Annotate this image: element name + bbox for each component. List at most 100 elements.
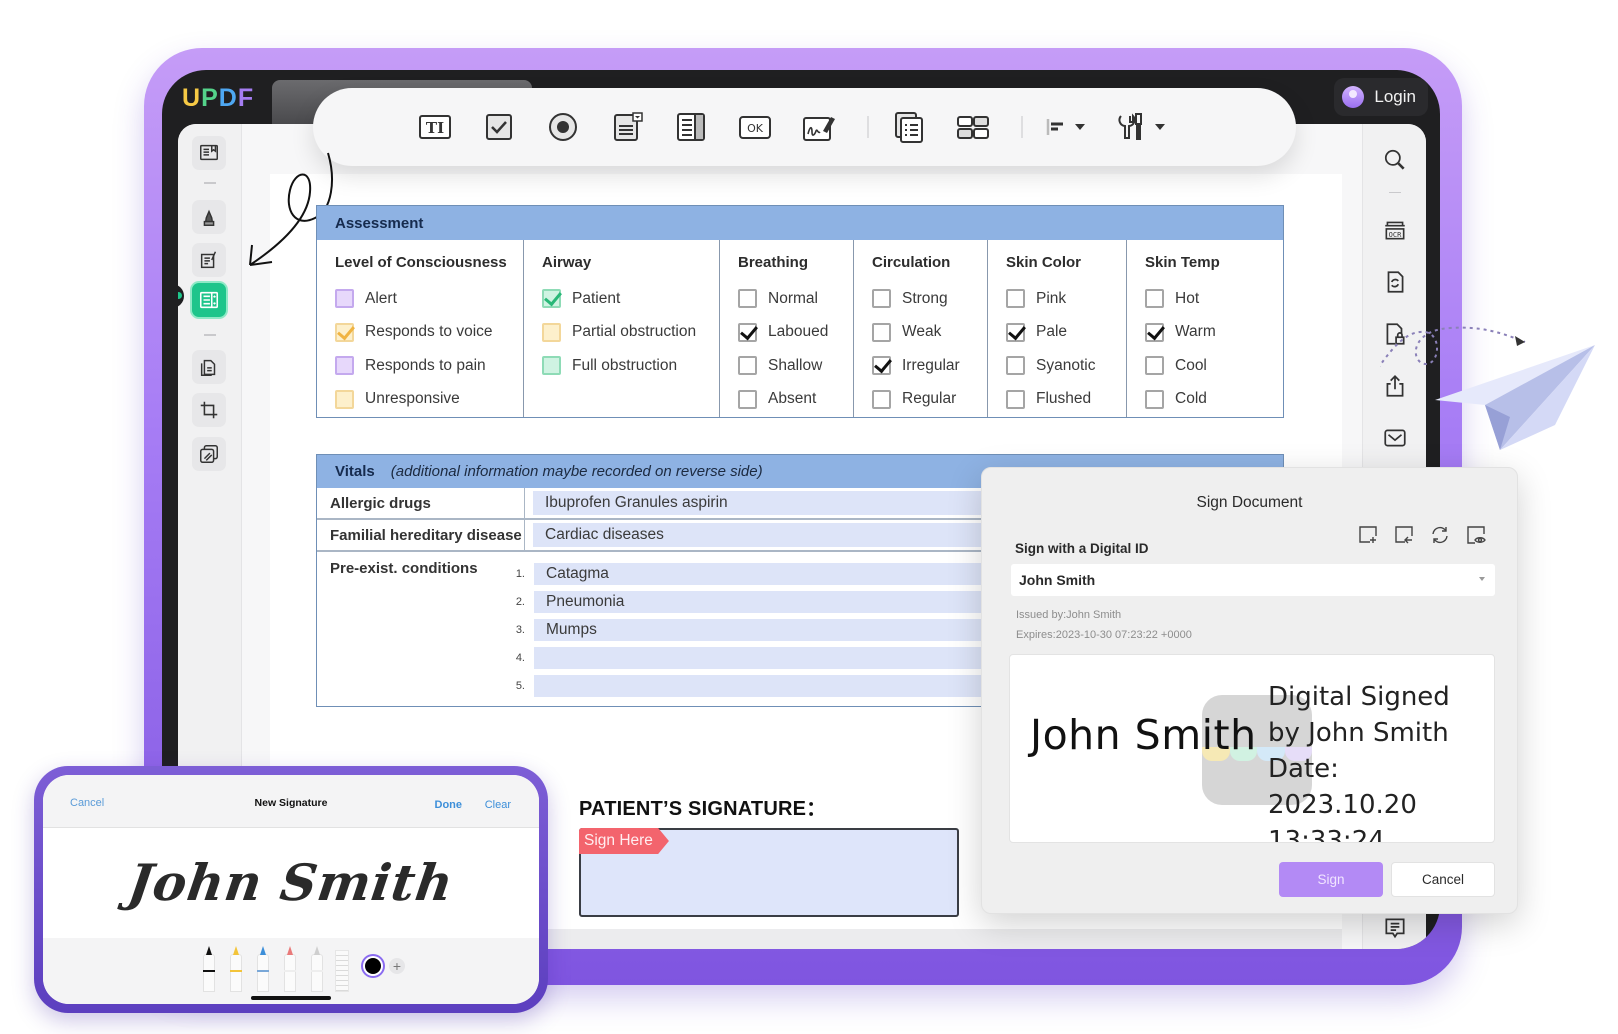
checkbox[interactable] bbox=[872, 289, 891, 309]
option-label: Full obstruction bbox=[572, 356, 678, 374]
checkbox-option[interactable]: Weak bbox=[872, 316, 987, 350]
checkbox-option[interactable]: Full obstruction bbox=[542, 349, 719, 383]
stamp-icon[interactable] bbox=[192, 437, 226, 471]
checkbox-option[interactable]: Shallow bbox=[738, 349, 853, 383]
assessment-header: Assessment bbox=[317, 206, 1283, 240]
assessment-column: Level of Consciousness Alert Responds to v… bbox=[317, 240, 524, 417]
checkbox-option[interactable]: Flushed bbox=[1006, 383, 1126, 417]
ruler-tool-icon[interactable] bbox=[335, 950, 349, 992]
form-list-tool[interactable] bbox=[889, 107, 929, 147]
checkbox[interactable] bbox=[738, 389, 757, 409]
cancel-button[interactable]: Cancel bbox=[1391, 862, 1495, 897]
checkbox-option[interactable]: Pink bbox=[1006, 282, 1126, 316]
checkbox-option[interactable]: Unresponsive bbox=[335, 383, 523, 417]
checkbox[interactable] bbox=[542, 356, 561, 376]
checkbox-option[interactable]: Regular bbox=[872, 383, 987, 417]
mail-icon[interactable] bbox=[1381, 424, 1409, 452]
highlighter-icon[interactable] bbox=[192, 200, 226, 234]
signature-field[interactable]: Sign Here bbox=[579, 828, 959, 917]
checkbox-tool[interactable] bbox=[479, 107, 519, 147]
list-box-icon bbox=[677, 113, 705, 141]
checkbox-option[interactable]: Partial obstruction bbox=[542, 316, 719, 350]
checkbox-option[interactable]: Absent bbox=[738, 383, 853, 417]
color-picker-icon[interactable] bbox=[365, 958, 381, 974]
align-tool[interactable] bbox=[1043, 114, 1085, 140]
highlighter-tool-icon[interactable] bbox=[230, 946, 242, 992]
checkbox[interactable] bbox=[872, 389, 891, 409]
reader-icon[interactable] bbox=[192, 136, 226, 170]
checkbox[interactable] bbox=[542, 322, 561, 342]
option-label: Syanotic bbox=[1036, 356, 1096, 374]
import-id-icon[interactable] bbox=[1393, 524, 1415, 546]
assessment-column: Airway Patient Partial obstruction Full obs… bbox=[524, 240, 720, 417]
sign-here-tag[interactable]: Sign Here bbox=[579, 828, 669, 854]
text-field-tool[interactable]: TI bbox=[415, 107, 455, 147]
refresh-icon[interactable] bbox=[1429, 524, 1451, 546]
checkbox[interactable] bbox=[1006, 389, 1025, 409]
checkbox-option[interactable]: Cold bbox=[1145, 383, 1283, 417]
checkbox-option[interactable]: Warm bbox=[1145, 316, 1283, 350]
signature-tool[interactable] bbox=[799, 107, 839, 147]
checkbox[interactable] bbox=[872, 322, 891, 342]
eraser-tool-icon[interactable] bbox=[284, 946, 296, 992]
pages-icon[interactable] bbox=[192, 350, 226, 384]
checked-checkbox[interactable] bbox=[872, 356, 891, 376]
marker-tool-icon[interactable] bbox=[257, 946, 269, 992]
rail-divider bbox=[204, 334, 216, 336]
phone-clear-button[interactable]: Clear bbox=[485, 799, 511, 811]
checkbox[interactable] bbox=[1145, 289, 1164, 309]
lasso-tool-icon[interactable] bbox=[311, 946, 323, 992]
checkbox-option[interactable]: Strong bbox=[872, 282, 987, 316]
convert-icon[interactable] bbox=[1381, 268, 1409, 296]
radio-button-tool[interactable] bbox=[543, 107, 583, 147]
sign-button[interactable]: Sign bbox=[1279, 862, 1383, 897]
checkbox[interactable] bbox=[1006, 356, 1025, 376]
checkbox[interactable] bbox=[335, 356, 354, 376]
checkbox[interactable] bbox=[1145, 356, 1164, 376]
checked-checkbox[interactable] bbox=[335, 322, 354, 342]
comment-icon[interactable] bbox=[1381, 914, 1409, 942]
dropdown-icon bbox=[614, 112, 643, 141]
ocr-icon[interactable]: OCR bbox=[1381, 216, 1409, 244]
checkbox[interactable] bbox=[335, 389, 354, 409]
preview-icon[interactable] bbox=[1465, 524, 1487, 546]
checkbox-option[interactable]: Laboued bbox=[738, 316, 853, 350]
search-icon[interactable] bbox=[1381, 146, 1409, 174]
checkbox-option[interactable]: Cool bbox=[1145, 349, 1283, 383]
phone-done-button[interactable]: Done bbox=[435, 799, 463, 811]
checkbox-option[interactable]: Irregular bbox=[872, 349, 987, 383]
checked-checkbox[interactable] bbox=[1006, 322, 1025, 342]
digital-id-select[interactable]: John Smith bbox=[1011, 564, 1495, 596]
checkbox-option[interactable]: Patient bbox=[542, 282, 719, 316]
checkbox[interactable] bbox=[738, 356, 757, 376]
login-button[interactable]: Login bbox=[1334, 78, 1428, 116]
checkbox-option[interactable]: Responds to voice bbox=[335, 316, 523, 350]
button-tool[interactable]: OK bbox=[735, 107, 775, 147]
column-title: Level of Consciousness bbox=[335, 254, 507, 271]
checkbox-option[interactable]: Alert bbox=[335, 282, 523, 316]
checkbox[interactable] bbox=[335, 289, 354, 309]
dropdown-tool[interactable] bbox=[607, 107, 647, 147]
checkbox-option[interactable]: Normal bbox=[738, 282, 853, 316]
logo-letter: F bbox=[237, 84, 255, 112]
add-id-icon[interactable] bbox=[1357, 524, 1379, 546]
form-icon[interactable] bbox=[192, 283, 226, 317]
add-tool-icon[interactable]: + bbox=[389, 958, 405, 974]
checkbox-option[interactable]: Hot bbox=[1145, 282, 1283, 316]
tools-menu[interactable] bbox=[1115, 110, 1165, 144]
checkbox[interactable] bbox=[1006, 289, 1025, 309]
edit-pen-icon[interactable] bbox=[192, 243, 226, 277]
list-box-tool[interactable] bbox=[671, 107, 711, 147]
checkbox-option[interactable]: Responds to pain bbox=[335, 349, 523, 383]
checkbox[interactable] bbox=[1145, 389, 1164, 409]
checked-checkbox[interactable] bbox=[738, 322, 757, 342]
pen-tool-icon[interactable] bbox=[203, 946, 215, 992]
checkbox-option[interactable]: Pale bbox=[1006, 316, 1126, 350]
grid-layout-tool[interactable] bbox=[953, 107, 993, 147]
checkbox[interactable] bbox=[738, 289, 757, 309]
checkbox-option[interactable]: Syanotic bbox=[1006, 349, 1126, 383]
checked-checkbox[interactable] bbox=[542, 289, 561, 309]
checked-checkbox[interactable] bbox=[1145, 322, 1164, 342]
handwritten-signature[interactable]: John Smith bbox=[43, 853, 539, 912]
crop-icon[interactable] bbox=[192, 393, 226, 427]
